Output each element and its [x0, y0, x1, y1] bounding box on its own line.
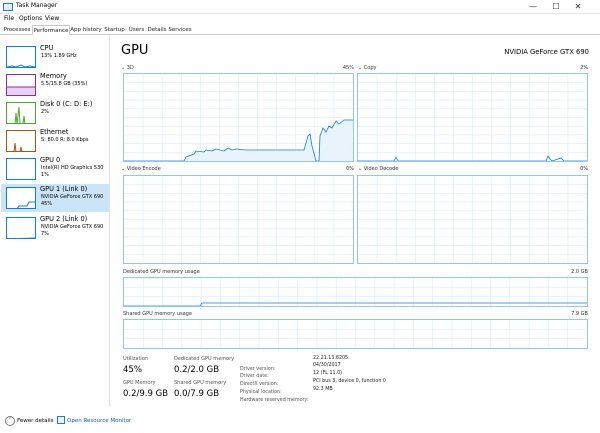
sidebar-item-detail: 2%	[41, 109, 49, 115]
sidebar-item-detail: 5.5/15.8 GB (35%)	[41, 81, 88, 87]
driver-date-value: 04/30/2017	[313, 363, 341, 368]
sidebar-thumbnail-gpu-2-link-0	[6, 217, 36, 239]
physical-location-value: PCI bus 3, device 0, function 0	[313, 379, 386, 384]
graph-shared-memory	[123, 319, 588, 349]
sidebar-item-detail: NVIDIA GeForce GTX 690	[41, 194, 104, 200]
sidebar-item-detail: Intel(R) HD Graphics 530	[41, 165, 104, 171]
sidebar-thumbnail-ethernet	[6, 130, 36, 152]
resource-monitor-icon	[57, 416, 65, 424]
page-title: GPU	[121, 43, 149, 58]
gpu-device-name: NVIDIA GeForce GTX 690	[504, 48, 589, 56]
engine-selector-video-encode[interactable]: ⌄ Video Encode	[121, 166, 161, 172]
sidebar-thumbnail-gpu-1-link-0	[6, 187, 36, 209]
engine-selector-video-decode[interactable]: ⌄ Video Decode	[358, 166, 398, 172]
sidebar-item-gpu-1-link-0[interactable]: GPU 1 (Link 0) NVIDIA GeForce GTX 690 45%	[1, 184, 109, 212]
title-bar	[0, 0, 600, 14]
utilization-value: 45%	[123, 365, 142, 375]
dedicated-memory-label: Dedicated GPU memory usage	[123, 269, 200, 275]
fewer-details-link[interactable]: Fewer details	[17, 417, 53, 425]
sidebar-item-disk-0-c-d-e[interactable]: Disk 0 (C: D: E:) 2%	[1, 99, 109, 127]
graph-video-decode	[357, 175, 588, 264]
graph-copy	[357, 73, 588, 162]
sidebar-item-cpu[interactable]: CPU 13% 1.89 GHz	[1, 43, 109, 71]
sidebar-item-name: Memory	[40, 72, 67, 80]
sidebar-item-memory[interactable]: Memory 5.5/15.8 GB (35%)	[1, 71, 109, 99]
sidebar-item-usage: 1%	[41, 172, 49, 178]
sidebar-item-name: Disk 0 (C: D: E:)	[40, 100, 93, 108]
tab-startup[interactable]: Startup	[102, 25, 127, 35]
sidebar-thumbnail-memory	[6, 74, 36, 96]
driver-version-value: 22.21.13.8205	[313, 356, 349, 361]
task-manager-icon	[3, 3, 13, 11]
utilization-label: Utilization	[123, 356, 149, 362]
tab-services[interactable]: Services	[168, 25, 192, 35]
dedicated-memory-max: 2.0 GB	[571, 269, 588, 275]
shared-gpu-memory-value: 0.0/7.9 GB	[174, 389, 220, 399]
engine-value-copy: 2%	[580, 65, 588, 71]
engine-label-video-encode: Video Encode	[126, 166, 161, 172]
sidebar-item-detail: 13% 1.89 GHz	[41, 53, 77, 59]
sidebar-item-usage: 45%	[41, 201, 53, 207]
shared-memory-max: 7.9 GB	[571, 311, 588, 317]
hardware-reserved-memory-value: 92.3 MB	[313, 387, 333, 392]
window-title: Task Manager	[16, 2, 58, 9]
shared-memory-label: Shared GPU memory usage	[123, 311, 192, 317]
menu-view[interactable]: View	[45, 15, 59, 23]
open-resource-monitor-link[interactable]: Open Resource Monitor	[67, 417, 131, 425]
directx-version-value: 12 (FL 11.0)	[313, 371, 343, 376]
engine-selector-copy[interactable]: ⌄ Copy	[358, 65, 376, 71]
tab-users[interactable]: Users	[127, 25, 146, 35]
dedicated-gpu-memory-value: 0.2/2.0 GB	[174, 365, 220, 375]
dedicated-gpu-memory-label: Dedicated GPU memory	[174, 356, 235, 362]
sidebar-item-name: Ethernet	[40, 128, 69, 136]
tab-performance[interactable]: Performance	[32, 25, 70, 35]
tab-processes[interactable]: Processes	[2, 25, 32, 35]
maximize-button[interactable]: ☐	[545, 0, 567, 14]
close-button[interactable]: ✕	[567, 0, 589, 14]
engine-selector-3d[interactable]: ⌄ 3D	[121, 65, 134, 71]
menu-options[interactable]: Options	[19, 15, 42, 23]
graph-video-encode	[123, 175, 354, 264]
sidebar-thumbnail-gpu-0	[6, 158, 36, 180]
tab-details[interactable]: Details	[146, 25, 168, 35]
sidebar-item-name: GPU 0	[40, 156, 61, 164]
sidebar-item-gpu-0[interactable]: GPU 0 Intel(R) HD Graphics 530 1%	[1, 155, 109, 183]
gpu-details: Driver version: 22.21.13.8205 Driver date…	[240, 355, 560, 403]
hardware-reserved-memory-label: Hardware reserved memory:	[240, 398, 309, 403]
tab-app-history[interactable]: App history	[70, 25, 102, 35]
sidebar-item-name: GPU 2 (Link 0)	[40, 215, 88, 223]
minimize-button[interactable]: —	[522, 0, 544, 14]
engine-value-3d: 45%	[342, 65, 354, 71]
sidebar-item-ethernet[interactable]: Ethernet S: 80.0 R: 8.0 Kbps	[1, 127, 109, 155]
sidebar-thumbnail-disk-0-c-d-e	[6, 102, 36, 124]
sidebar-thumbnail-cpu	[6, 46, 36, 68]
engine-value-video-encode: 0%	[346, 166, 354, 172]
engine-value-video-decode: 0%	[580, 166, 588, 172]
engine-label-copy: Copy	[363, 65, 377, 71]
menu-bar	[0, 14, 600, 24]
chevron-up-icon[interactable]: ˄	[5, 416, 15, 426]
sidebar-item-gpu-2-link-0[interactable]: GPU 2 (Link 0) NVIDIA GeForce GTX 690 7%	[1, 214, 109, 242]
sidebar-item-detail: NVIDIA GeForce GTX 690	[41, 224, 104, 230]
gpu-memory-value: 0.2/9.9 GB	[123, 389, 169, 399]
menu-file[interactable]: File	[4, 15, 14, 23]
sidebar-item-name: GPU 1 (Link 0)	[40, 185, 88, 193]
graph-3d	[123, 73, 354, 162]
gpu-memory-label: GPU Memory	[123, 380, 156, 386]
graph-dedicated-memory	[123, 277, 588, 307]
shared-gpu-memory-label: Shared GPU memory	[174, 380, 227, 386]
sidebar-item-detail: S: 80.0 R: 8.0 Kbps	[41, 137, 89, 143]
engine-label-3d: 3D	[126, 65, 134, 71]
sidebar-item-usage: 7%	[41, 231, 49, 237]
engine-label-video-decode: Video Decode	[363, 166, 399, 172]
sidebar-item-name: CPU	[40, 44, 54, 52]
